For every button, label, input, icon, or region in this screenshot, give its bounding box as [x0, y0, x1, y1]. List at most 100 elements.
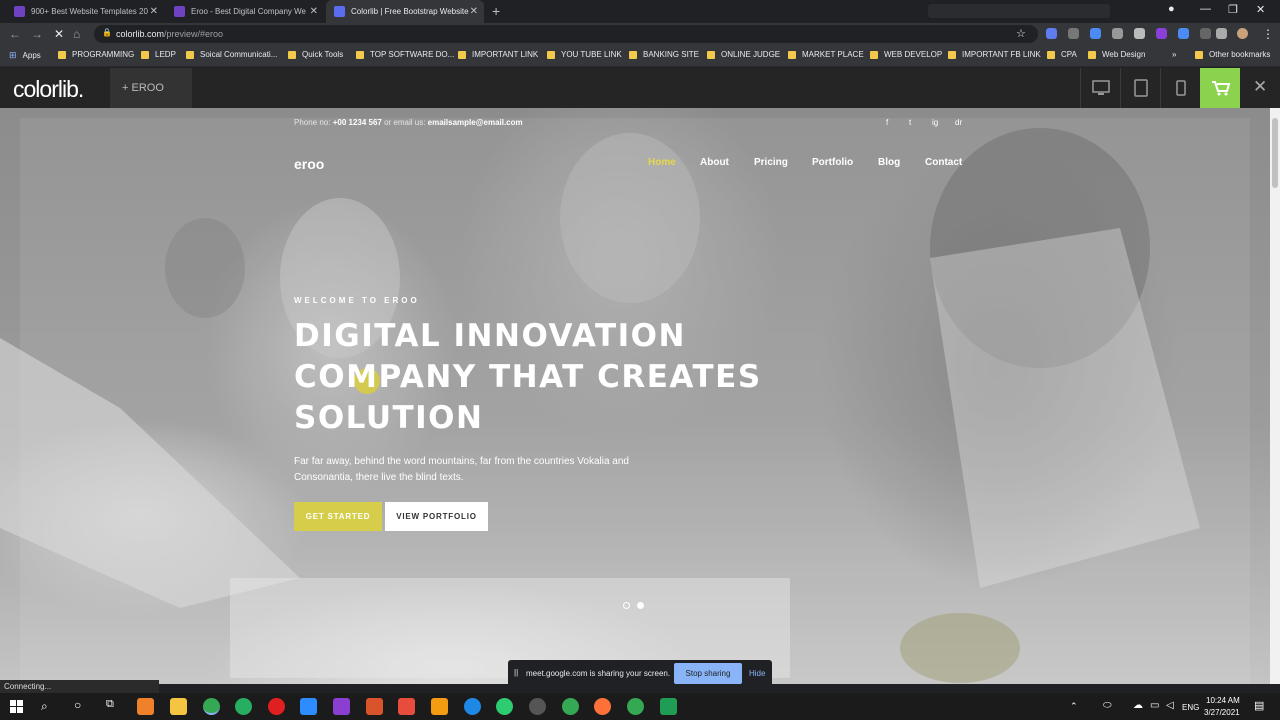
bookmark-folder[interactable]: TOP SOFTWARE DO...: [356, 50, 454, 59]
mobile-view-button[interactable]: [1160, 68, 1200, 108]
zoom-icon[interactable]: [300, 698, 317, 715]
edge-icon[interactable]: [464, 698, 481, 715]
bookmark-folder[interactable]: PROGRAMMING: [58, 50, 134, 59]
chrome-icon[interactable]: [627, 698, 644, 715]
bookmark-folder[interactable]: YOU TUBE LINK: [547, 50, 622, 59]
colorlib-logo[interactable]: colorlib.: [13, 76, 84, 103]
avatar[interactable]: [1237, 28, 1248, 39]
bookmark-folder[interactable]: LEDP: [141, 50, 176, 59]
tray-overflow-icon[interactable]: ⌃: [1070, 701, 1078, 712]
close-icon[interactable]: ✕: [310, 6, 318, 17]
file-explorer-icon[interactable]: [170, 698, 187, 715]
facebook-icon[interactable]: f: [886, 118, 888, 127]
microphone-icon[interactable]: ⬭: [1103, 700, 1112, 711]
search-icon[interactable]: ⌕: [41, 699, 48, 714]
site-logo[interactable]: eroo: [294, 156, 324, 172]
scrollbar-thumb[interactable]: [1272, 118, 1278, 188]
bookmark-folder[interactable]: MARKET PLACE: [788, 50, 864, 59]
anydesk-icon[interactable]: [398, 698, 415, 715]
sublime-icon[interactable]: [431, 698, 448, 715]
view-portfolio-button[interactable]: VIEW PORTFOLIO: [385, 502, 488, 531]
close-preview-icon[interactable]: ✕: [1253, 77, 1267, 97]
close-icon[interactable]: ✕: [470, 6, 478, 17]
bookmark-folder[interactable]: CPA: [1047, 50, 1077, 59]
volume-icon[interactable]: ◁: [1166, 700, 1174, 711]
maximize-icon[interactable]: ❐: [1228, 3, 1238, 16]
nav-home[interactable]: Home: [648, 157, 676, 168]
clock-time[interactable]: 10:24 AM: [1206, 696, 1240, 705]
phone-number[interactable]: +00 1234 567: [333, 118, 382, 127]
theme-selector[interactable]: + EROO: [110, 68, 192, 108]
bookmarks-overflow-icon[interactable]: »: [1172, 50, 1176, 59]
firefox-icon[interactable]: [594, 698, 611, 715]
extension-icon[interactable]: [1112, 28, 1123, 39]
bookmark-apps[interactable]: ⊞ Apps: [9, 50, 41, 61]
tablet-view-button[interactable]: [1120, 68, 1160, 108]
desktop-view-button[interactable]: [1080, 68, 1120, 108]
nav-pricing[interactable]: Pricing: [754, 157, 788, 168]
close-icon[interactable]: ✕: [150, 6, 158, 17]
drag-handle-icon[interactable]: ||: [514, 668, 518, 677]
upwork-icon[interactable]: [235, 698, 252, 715]
buy-theme-button[interactable]: [1200, 68, 1240, 108]
photoshop-icon[interactable]: [333, 698, 350, 715]
new-tab-button[interactable]: +: [492, 3, 500, 19]
slider-dot-2-active[interactable]: [637, 602, 644, 609]
opera-icon[interactable]: [268, 698, 285, 715]
get-started-button[interactable]: GET STARTED: [294, 502, 382, 531]
language-indicator[interactable]: ENG: [1182, 703, 1199, 712]
bookmark-folder[interactable]: Web Design: [1088, 50, 1145, 59]
bookmark-folder[interactable]: IMPORTANT LINK: [458, 50, 538, 59]
twitter-icon[interactable]: t: [909, 118, 911, 127]
page-scrollbar[interactable]: [1270, 108, 1280, 684]
bookmark-folder[interactable]: Quick Tools: [288, 50, 343, 59]
extension-icon[interactable]: [1134, 28, 1145, 39]
settings-icon[interactable]: [529, 698, 546, 715]
extension-icon[interactable]: [1178, 28, 1189, 39]
window-close-icon[interactable]: ✕: [1256, 3, 1265, 16]
windows-start-icon[interactable]: [10, 700, 23, 713]
browser-tab-1[interactable]: 900+ Best Website Templates 20 ✕: [6, 0, 164, 23]
notifications-icon[interactable]: ▤: [1254, 699, 1264, 712]
browser-tab-2[interactable]: Eroo - Best Digital Company We ✕: [166, 0, 324, 23]
network-icon[interactable]: ▭: [1150, 700, 1159, 711]
chrome-icon[interactable]: [203, 698, 220, 715]
clock-date[interactable]: 3/27/2021: [1204, 708, 1240, 717]
bookmark-folder[interactable]: WEB DEVELOP: [870, 50, 942, 59]
bookmark-folder[interactable]: ONLINE JUDGE: [707, 50, 780, 59]
nav-contact[interactable]: Contact: [925, 157, 962, 168]
stop-sharing-button[interactable]: Stop sharing: [674, 663, 742, 684]
extension-icon[interactable]: [1068, 28, 1079, 39]
task-view-icon[interactable]: ⧉: [106, 698, 114, 711]
extension-icon[interactable]: [1046, 28, 1057, 39]
chrome-icon[interactable]: [562, 698, 579, 715]
git-icon[interactable]: [496, 698, 513, 715]
bookmark-folder[interactable]: Soical Communicati...: [186, 50, 277, 59]
back-icon[interactable]: ←: [9, 27, 21, 41]
nav-portfolio[interactable]: Portfolio: [812, 157, 853, 168]
bookmark-star-icon[interactable]: ☆: [1016, 27, 1026, 40]
nav-about[interactable]: About: [700, 157, 729, 168]
extension-icon[interactable]: [1156, 28, 1167, 39]
stop-loading-icon[interactable]: ✕: [54, 27, 64, 41]
address-bar[interactable]: 🔒 colorlib.com/preview/#eroo ☆: [94, 25, 1038, 43]
bookmark-other[interactable]: Other bookmarks: [1195, 50, 1270, 59]
extension-icon[interactable]: [1200, 28, 1211, 39]
extensions-puzzle-icon[interactable]: [1216, 28, 1227, 39]
instagram-icon[interactable]: ig: [932, 118, 938, 127]
cortana-icon[interactable]: ○: [74, 698, 81, 712]
slider-dot-1[interactable]: [623, 602, 630, 609]
profile-icon[interactable]: ●: [1168, 3, 1175, 15]
home-icon[interactable]: ⌂: [73, 27, 80, 41]
forward-icon[interactable]: →: [31, 27, 43, 41]
app-icon[interactable]: [137, 698, 154, 715]
notepad-icon[interactable]: [660, 698, 677, 715]
menu-kebab-icon[interactable]: ⋮: [1262, 27, 1274, 41]
intellij-icon[interactable]: [366, 698, 383, 715]
dribbble-icon[interactable]: dr: [955, 118, 962, 127]
email-address[interactable]: emailsample@email.com: [428, 118, 523, 127]
cloud-icon[interactable]: ☁: [1133, 700, 1143, 711]
extension-icon[interactable]: [1090, 28, 1101, 39]
minimize-icon[interactable]: —: [1200, 3, 1211, 15]
hide-banner-button[interactable]: Hide: [749, 669, 765, 678]
